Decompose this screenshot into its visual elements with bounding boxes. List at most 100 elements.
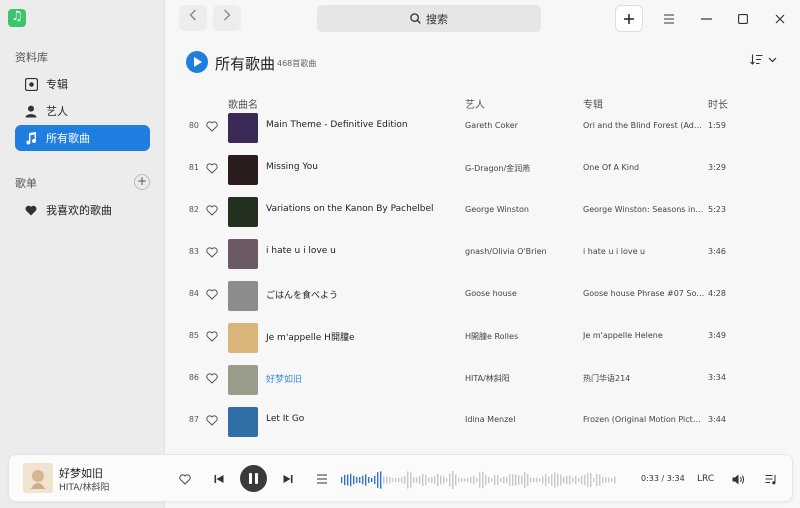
waveform-bar [542,476,544,484]
song-title: i hate u i love u [266,246,336,256]
favorite-button[interactable] [178,472,192,486]
table-row[interactable]: 84 ごはんを食べよう Goose house Goose house Phrase … [165,275,800,317]
like-button[interactable] [206,247,218,259]
song-artist[interactable]: G-Dragon/金润燕 [465,163,530,174]
waveform-bar [470,477,472,483]
table-row[interactable]: 86 好梦如旧 HITA/林斜阳 热门华语214 3:34 [165,359,800,401]
song-artist[interactable]: H開朣e Rolles [465,331,518,342]
table-row[interactable]: 80 Main Theme - Definitive Edition Gareth … [165,107,800,149]
waveform-bar [575,475,577,485]
song-artist[interactable]: Idina Menzel [465,415,515,424]
volume-button[interactable] [731,472,745,486]
song-artist[interactable]: gnash/Olivia O'Brien [465,247,547,256]
playlist-queue-button[interactable] [315,473,329,485]
song-duration: 3:29 [708,163,726,172]
waveform-bar [587,472,589,488]
waveform-bar [350,473,352,487]
add-button[interactable] [615,5,643,32]
song-artist[interactable]: Gareth Coker [465,121,518,130]
song-album[interactable]: Frozen (Original Motion Picture ... [583,415,705,424]
song-title: Missing You [266,162,318,172]
waveform-bar [512,474,514,486]
song-album[interactable]: One Of A Kind [583,163,705,172]
album-cover [228,281,258,311]
waveform-bar [404,475,406,485]
album-cover [228,239,258,269]
previous-button[interactable] [213,473,225,485]
waveform-bar [566,476,568,484]
sidebar-item-artists[interactable]: 艺人 [15,98,150,124]
waveform-bar [527,473,529,487]
song-album[interactable]: George Winston: Seasons in Con... [583,205,705,214]
waveform-bar [578,478,580,482]
search-icon [410,13,421,24]
waveform-bar [443,476,445,484]
close-button[interactable] [766,5,794,32]
waveform-bar [377,472,379,488]
minimize-button[interactable] [692,5,720,32]
sidebar-item-all-songs[interactable]: 所有歌曲 [15,125,150,151]
waveform-bar [422,473,424,487]
waveform-bar [521,476,523,484]
song-artist[interactable]: HITA/林斜阳 [465,373,510,384]
sidebar-item-favorites[interactable]: 我喜欢的歌曲 [15,197,150,223]
like-button[interactable] [206,415,218,427]
queue-music-icon [765,474,775,484]
table-row[interactable]: 85 Je m'appelle H開朣e H開朣e Rolles Je m'appel… [165,317,800,359]
next-button[interactable] [282,473,294,485]
waveform-bar [398,478,400,482]
back-button[interactable] [179,5,207,31]
waveform-bar [500,477,502,483]
artist-icon [24,104,38,118]
add-playlist-button[interactable]: + [134,174,150,190]
pause-button[interactable] [240,465,267,492]
table-row[interactable]: 87 Let It Go Idina Menzel Frozen (Original … [165,401,800,443]
waveform-bar [353,475,355,485]
waveform-bar [557,473,559,487]
waveform-bar [395,478,397,482]
like-button[interactable] [206,331,218,343]
table-row[interactable]: 81 Missing You G-Dragon/金润燕 One Of A Kind 3:… [165,149,800,191]
waveform-bar [509,474,511,486]
song-artist[interactable]: George Winston [465,205,529,214]
song-artist[interactable]: Goose house [465,289,517,298]
heart-outline-icon [206,415,218,426]
song-album[interactable]: i hate u i love u [583,247,705,256]
song-album[interactable]: Goose house Phrase #07 Soundtr... [583,289,705,298]
lyrics-button[interactable]: LRC [697,474,714,484]
song-album[interactable]: Je m'appelle Helene [583,331,705,340]
waveform-bar [602,477,604,483]
play-queue-button[interactable] [764,472,778,486]
waveform-progress[interactable] [341,468,617,492]
song-album[interactable]: 热门华语214 [583,373,705,384]
sort-button[interactable] [750,54,777,65]
like-button[interactable] [206,373,218,385]
table-row[interactable]: 83 i hate u i love u gnash/Olivia O'Brien i… [165,233,800,275]
forward-button[interactable] [213,5,241,31]
like-button[interactable] [206,205,218,217]
song-duration: 1:59 [708,121,726,130]
now-playing-cover[interactable] [23,463,53,493]
maximize-button[interactable] [729,5,757,32]
album-cover [228,407,258,437]
song-duration: 4:28 [708,289,726,298]
waveform-bar [503,476,505,484]
play-all-button[interactable] [186,51,208,73]
like-button[interactable] [206,121,218,133]
waveform-bar [428,477,430,483]
table-row[interactable]: 82 Variations on the Kanon By Pachelbel Ge… [165,191,800,233]
waveform-bar [413,477,415,483]
menu-button[interactable] [655,5,683,32]
like-button[interactable] [206,289,218,301]
waveform-bar [401,477,403,483]
like-button[interactable] [206,163,218,175]
waveform-bar [341,477,343,483]
search-input[interactable]: 搜索 [317,5,541,32]
waveform-bar [497,474,499,486]
waveform-bar [446,478,448,482]
song-album[interactable]: Ori and the Blind Forest (Additio... [583,121,705,130]
sidebar-item-albums[interactable]: 专辑 [15,71,150,97]
waveform-bar [416,477,418,483]
waveform-bar [536,477,538,483]
chevron-right-icon [224,9,231,21]
